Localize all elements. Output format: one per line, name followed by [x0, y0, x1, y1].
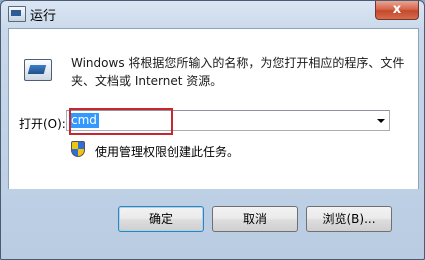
run-icon — [24, 59, 52, 81]
admin-note: 使用管理权限创建此任务。 — [95, 145, 240, 159]
close-icon: x — [392, 2, 402, 17]
cancel-button[interactable]: 取消 — [212, 206, 298, 232]
run-app-icon — [8, 6, 26, 22]
dialog-body: Windows 将根据您所输入的名称，为您打开相应的程序、文件夹、文档或 Int… — [8, 28, 419, 189]
close-button[interactable]: x — [375, 1, 419, 20]
title-bar: 运行 x — [1, 1, 424, 27]
dialog-description: Windows 将根据您所输入的名称，为您打开相应的程序、文件夹、文档或 Int… — [71, 56, 405, 88]
highlight-box — [69, 108, 173, 135]
open-label: 打开(O): — [19, 117, 66, 131]
browse-button[interactable]: 浏览(B)... — [306, 206, 392, 232]
window-title: 运行 — [30, 9, 57, 24]
run-dialog: 运行 x Windows 将根据您所输入的名称，为您打开相应的程序、文件夹、文档… — [0, 0, 425, 260]
ok-button[interactable]: 确定 — [118, 206, 204, 232]
uac-shield-icon — [71, 141, 85, 157]
chevron-down-icon[interactable] — [372, 111, 389, 130]
